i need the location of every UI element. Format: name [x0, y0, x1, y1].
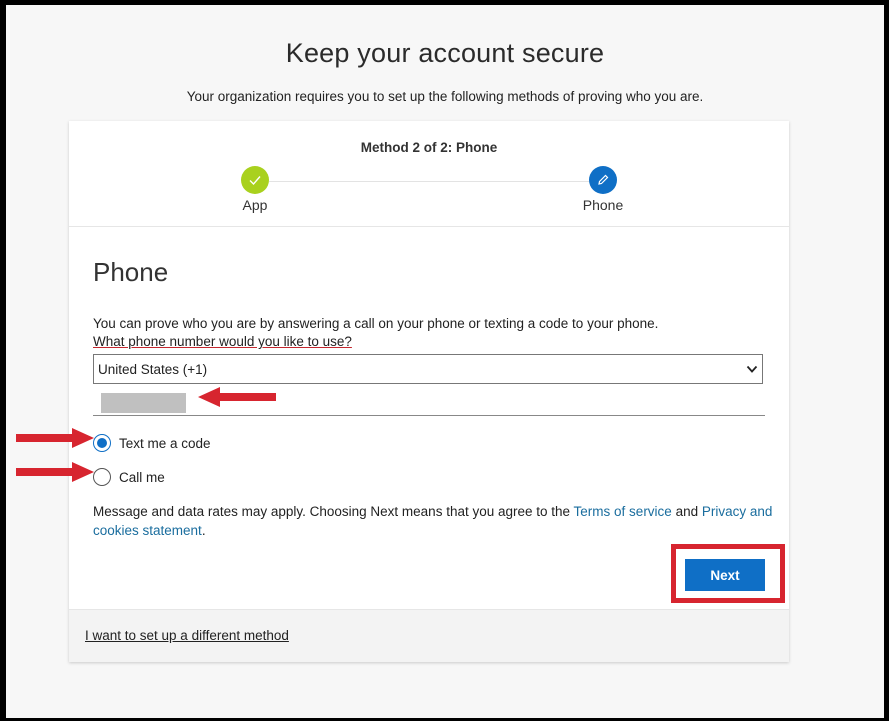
step-phone: Phone — [563, 166, 643, 213]
radio-call-me[interactable] — [93, 468, 111, 486]
phone-description: You can prove who you are by answering a… — [93, 315, 658, 351]
radio-text-me-a-code[interactable] — [93, 434, 111, 452]
option-label: Text me a code — [119, 435, 211, 451]
setup-card: Method 2 of 2: Phone App Phone Phone You… — [69, 121, 789, 662]
option-text-me-a-code[interactable]: Text me a code — [93, 434, 211, 452]
different-method-link[interactable]: I want to set up a different method — [85, 628, 289, 643]
legal-middle: and — [671, 504, 702, 519]
page-subtitle: Your organization requires you to set up… — [186, 89, 704, 104]
legal-suffix: . — [201, 523, 206, 538]
method-label: Method 2 of 2: Phone — [360, 140, 498, 155]
page: Keep your account secure Your organizati… — [6, 5, 884, 718]
progress-line — [269, 181, 599, 182]
description-text: You can prove who you are by answering a… — [93, 316, 659, 331]
phone-number-input[interactable] — [93, 389, 765, 416]
checkmark-icon — [241, 166, 269, 194]
country-code-value: United States (+1) — [98, 361, 208, 377]
country-code-select[interactable]: United States (+1) — [93, 354, 763, 384]
pencil-icon — [589, 166, 617, 194]
step-app-label: App — [242, 197, 268, 213]
option-call-me[interactable]: Call me — [93, 468, 165, 486]
step-app: App — [215, 166, 295, 213]
phone-question: What phone number would you like to use? — [93, 334, 352, 349]
method-progress: Method 2 of 2: Phone App Phone — [69, 121, 789, 227]
terms-of-service-link[interactable]: Terms of service — [574, 504, 672, 519]
legal-prefix: Message and data rates may apply. Choosi… — [93, 504, 574, 519]
chevron-down-icon — [746, 365, 758, 373]
step-phone-label: Phone — [582, 197, 624, 213]
legal-notice: Message and data rates may apply. Choosi… — [93, 502, 773, 540]
card-footer: I want to set up a different method — [69, 609, 789, 662]
next-button[interactable]: Next — [685, 559, 765, 591]
page-title: Keep your account secure — [285, 38, 605, 68]
redacted-phone-number — [101, 393, 186, 413]
section-title: Phone — [93, 257, 169, 287]
option-label: Call me — [119, 469, 165, 485]
